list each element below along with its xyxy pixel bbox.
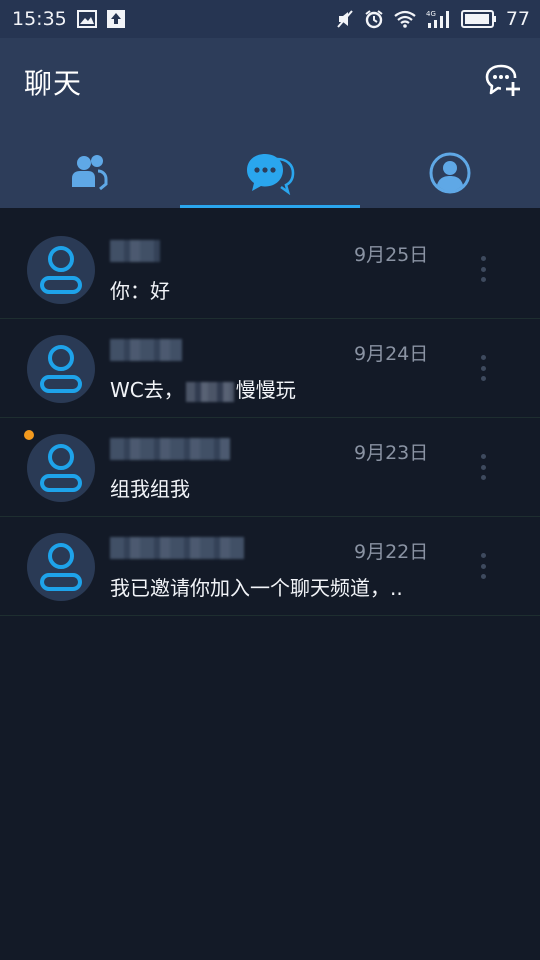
- image-icon: [76, 10, 97, 28]
- more-dots-icon: [480, 553, 486, 558]
- battery-icon: [460, 10, 497, 28]
- tab-contacts[interactable]: [0, 138, 180, 208]
- chat-date: 9月22日: [354, 541, 429, 563]
- avatar: [27, 335, 95, 403]
- chat-preview: WC去， 慢慢玩: [110, 374, 296, 403]
- chat-list-item[interactable]: 9月22日 我已邀请你加入一个聊天频道，..: [0, 517, 540, 616]
- chat-preview: 组我组我: [110, 477, 190, 501]
- status-time: 15:35: [12, 8, 67, 30]
- more-options-button[interactable]: [472, 353, 494, 383]
- chat-date: 9月25日: [354, 244, 429, 266]
- more-dots-icon: [480, 355, 486, 360]
- battery-level: 77: [505, 8, 530, 30]
- contact-name-redacted: [110, 240, 160, 262]
- mute-icon: [335, 9, 355, 29]
- svg-text:4G: 4G: [426, 10, 436, 18]
- chat-bubbles-icon: [247, 154, 295, 195]
- avatar: [27, 533, 95, 601]
- chat-preview: 你：好: [110, 279, 170, 303]
- avatar: [27, 434, 95, 502]
- chat-list-item[interactable]: 9月23日 组我组我: [0, 418, 540, 517]
- more-options-button[interactable]: [472, 254, 494, 284]
- avatar: [27, 236, 95, 304]
- chat-list: 9月25日 你：好 9月24日 WC去， 慢慢玩 9月23日 组我组我 9月22…: [0, 220, 540, 616]
- upload-icon: [106, 10, 125, 28]
- user-avatar-icon: [40, 345, 82, 393]
- new-chat-button[interactable]: [484, 62, 522, 100]
- status-bar: 15:35 4G 77: [0, 0, 540, 38]
- chat-preview-prefix: WC去，: [110, 378, 184, 402]
- contacts-icon: [72, 155, 108, 191]
- profile-icon: [429, 152, 471, 194]
- app-header: 聊天: [0, 38, 540, 208]
- more-options-button[interactable]: [472, 452, 494, 482]
- chat-preview: 我已邀请你加入一个聊天频道，..: [110, 576, 403, 600]
- page-title: 聊天: [24, 67, 83, 100]
- chat-add-icon: [485, 64, 520, 96]
- more-options-button[interactable]: [472, 551, 494, 581]
- chat-date: 9月23日: [354, 442, 429, 464]
- chat-list-item[interactable]: 9月24日 WC去， 慢慢玩: [0, 319, 540, 418]
- more-dots-icon: [480, 256, 486, 261]
- user-avatar-icon: [40, 444, 82, 492]
- redacted-text: [185, 381, 234, 402]
- more-dots-icon: [480, 454, 486, 459]
- chat-date: 9月24日: [354, 343, 429, 365]
- chat-preview-suffix: 慢慢玩: [235, 378, 296, 402]
- contact-name-redacted: [110, 438, 230, 460]
- tab-bar: [0, 138, 540, 208]
- chat-list-item[interactable]: 9月25日 你：好: [0, 220, 540, 319]
- user-avatar-icon: [40, 543, 82, 591]
- tab-profile[interactable]: [360, 138, 540, 208]
- user-avatar-icon: [40, 246, 82, 294]
- alarm-icon: [364, 9, 384, 29]
- contact-name-redacted: [110, 537, 244, 559]
- tab-chats[interactable]: [180, 138, 360, 208]
- unread-indicator: [24, 430, 34, 440]
- signal-4g-icon: 4G: [426, 9, 452, 29]
- contact-name-redacted: [110, 339, 182, 361]
- wifi-icon: [393, 10, 417, 28]
